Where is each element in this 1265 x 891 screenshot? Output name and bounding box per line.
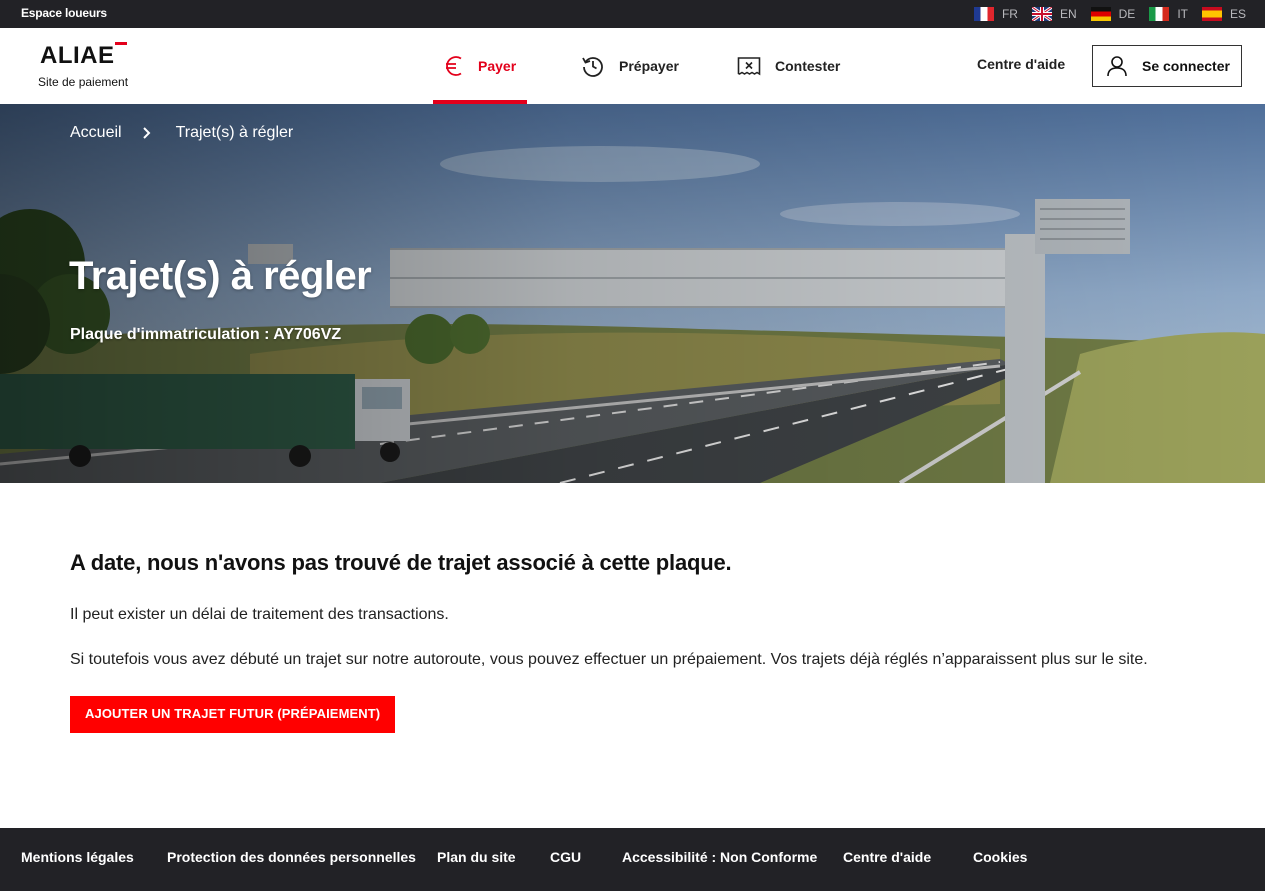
lang-code: EN	[1059, 7, 1077, 21]
footer-cgu-link[interactable]: CGU	[550, 849, 581, 865]
lang-code: DE	[1118, 7, 1136, 21]
lang-code: ES	[1229, 7, 1246, 21]
footer-sitemap-link[interactable]: Plan du site	[437, 849, 516, 865]
hero-banner: Accueil Trajet(s) à régler Trajet(s) à r…	[0, 104, 1265, 483]
footer-legal-link[interactable]: Mentions légales	[21, 849, 134, 865]
lang-code: IT	[1177, 7, 1188, 21]
ticket-cancel-icon	[737, 57, 761, 76]
clock-refresh-icon	[582, 57, 603, 77]
logo-accent	[115, 42, 127, 45]
lang-de[interactable]: DE	[1090, 7, 1136, 21]
breadcrumb: Accueil Trajet(s) à régler	[70, 124, 293, 142]
main-header: ALIAE Site de paiement Payer Prépayer Co…	[0, 28, 1265, 104]
nav-contest[interactable]: Contester	[737, 28, 840, 104]
plate-label: Plaque d'immatriculation :	[70, 326, 270, 343]
spain-flag-icon	[1201, 7, 1222, 21]
germany-flag-icon	[1090, 7, 1111, 21]
euro-icon	[446, 56, 462, 76]
footer-privacy-link[interactable]: Protection des données personnelles	[167, 849, 416, 865]
no-trip-heading: A date, nous n'avons pas trouvé de traje…	[70, 550, 732, 575]
prepayment-info-text: Si toutefois vous avez débuté un trajet …	[70, 651, 1148, 668]
lang-es[interactable]: ES	[1201, 7, 1246, 21]
plate-value: AY706VZ	[273, 326, 342, 343]
italy-flag-icon	[1149, 7, 1170, 21]
lang-code: FR	[1001, 7, 1018, 21]
license-plate-info: Plaque d'immatriculation : AY706VZ	[70, 326, 341, 344]
main-content: A date, nous n'avons pas trouvé de traje…	[70, 550, 1200, 733]
breadcrumb-home[interactable]: Accueil	[70, 124, 122, 142]
uk-flag-icon	[1031, 7, 1052, 21]
footer: Mentions légales Protection des données …	[0, 828, 1265, 891]
page-title: Trajet(s) à régler	[69, 254, 372, 298]
footer-help-link[interactable]: Centre d'aide	[843, 849, 931, 865]
logo-subtitle: Site de paiement	[38, 75, 129, 89]
nav-prepay[interactable]: Prépayer	[581, 28, 679, 104]
rental-space-link[interactable]: Espace loueurs	[21, 6, 107, 20]
chevron-right-icon	[142, 127, 150, 139]
lang-en[interactable]: EN	[1031, 7, 1077, 21]
processing-delay-text: Il peut exister un délai de traitement d…	[70, 606, 449, 623]
france-flag-icon	[973, 7, 994, 21]
nav-pay[interactable]: Payer	[433, 28, 527, 104]
lang-fr[interactable]: FR	[973, 7, 1018, 21]
user-icon	[1107, 56, 1127, 77]
help-center-link[interactable]: Centre d'aide	[977, 56, 1065, 72]
nav-pay-label: Payer	[478, 58, 517, 74]
top-bar: Espace loueurs FR EN DE IT ES	[0, 0, 1265, 28]
breadcrumb-current: Trajet(s) à régler	[175, 124, 294, 141]
nav-prepay-label: Prépayer	[619, 58, 679, 74]
login-label: Se connecter	[1142, 58, 1230, 74]
footer-cookies-link[interactable]: Cookies	[973, 849, 1027, 865]
add-future-trip-button[interactable]: AJOUTER UN TRAJET FUTUR (PRÉPAIEMENT)	[70, 696, 396, 733]
logo-text: ALIAE	[40, 42, 115, 69]
language-switcher: FR EN DE IT ES	[973, 0, 1246, 28]
footer-accessibility-link[interactable]: Accessibilité : Non Conforme	[622, 849, 817, 865]
login-button[interactable]: Se connecter	[1092, 45, 1242, 87]
nav-contest-label: Contester	[775, 58, 841, 74]
lang-it[interactable]: IT	[1149, 7, 1188, 21]
